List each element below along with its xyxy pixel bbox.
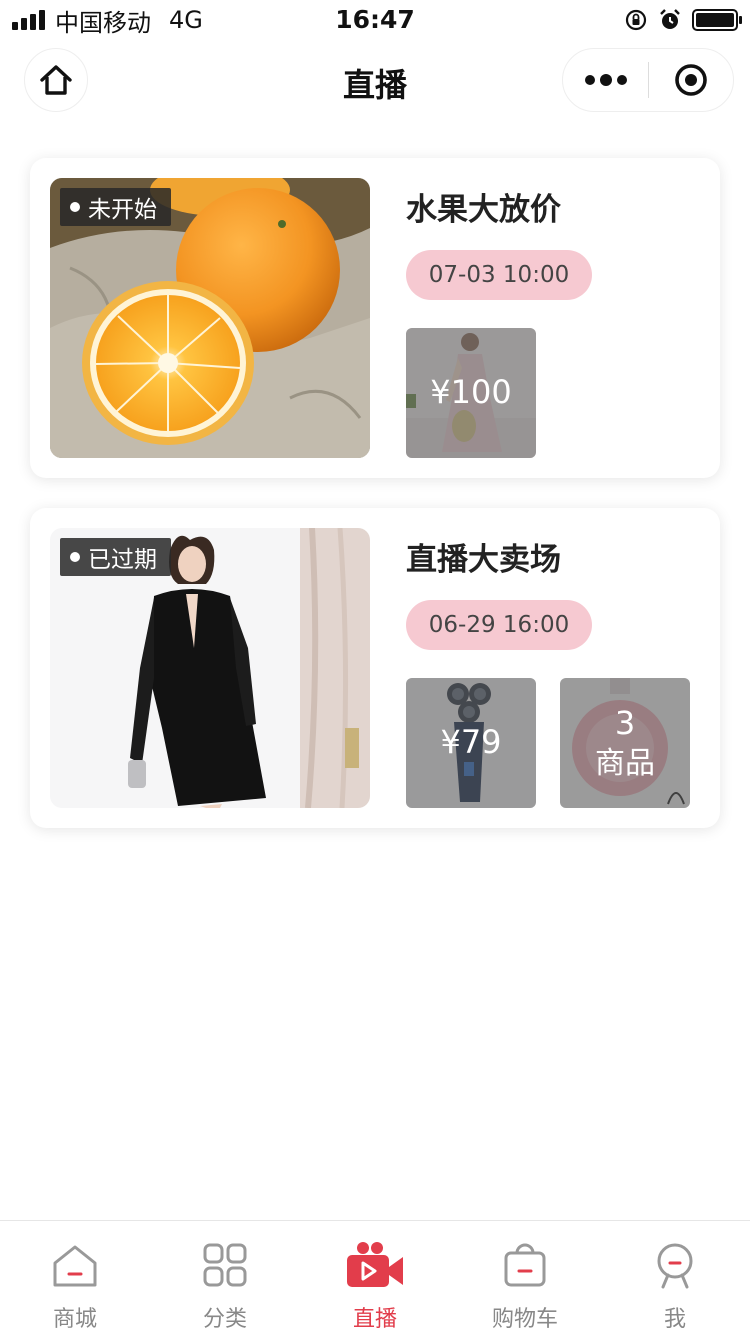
product-price-overlay: ¥100 bbox=[406, 328, 536, 458]
status-bar: 中国移动 4G 16:47 bbox=[0, 0, 750, 40]
live-status-badge: 已过期 bbox=[60, 538, 171, 576]
target-icon bbox=[675, 64, 707, 96]
product-thumb[interactable]: ¥100 bbox=[406, 328, 536, 458]
live-card[interactable]: 未开始 水果大放价 07-03 10:00 ¥100 bbox=[30, 158, 720, 478]
tab-me[interactable]: 我 bbox=[600, 1221, 750, 1334]
video-camera-icon bbox=[347, 1242, 403, 1287]
shopping-bag-icon bbox=[504, 1243, 546, 1287]
product-price: ¥79 bbox=[440, 723, 502, 762]
tab-label: 我 bbox=[663, 1307, 686, 1332]
rotation-lock-icon bbox=[625, 9, 647, 31]
product-price-overlay: ¥79 bbox=[406, 678, 536, 808]
live-page: 中国移动 4G 16:47 直播 未开始 水果大放价 07-03 10:00 ¥… bbox=[0, 0, 750, 1334]
product-thumb-more[interactable]: 3 商品 bbox=[560, 678, 690, 808]
live-status-badge: 未开始 bbox=[60, 188, 171, 226]
live-title: 直播大卖场 bbox=[406, 542, 561, 578]
live-status-label: 已过期 bbox=[88, 547, 157, 573]
menu-capsule bbox=[562, 48, 734, 112]
tab-label: 直播 bbox=[352, 1307, 397, 1332]
more-dots-icon[interactable] bbox=[563, 48, 648, 112]
shop-icon bbox=[53, 1245, 97, 1287]
product-price: ¥100 bbox=[430, 373, 512, 412]
tab-live[interactable]: 直播 bbox=[300, 1221, 450, 1334]
alarm-icon bbox=[660, 9, 680, 29]
category-grid-icon bbox=[203, 1243, 247, 1287]
live-time: 07-03 10:00 bbox=[406, 250, 592, 300]
status-dot-icon bbox=[70, 202, 80, 212]
live-card[interactable]: 已过期 直播大卖场 06-29 16:00 ¥79 3 商品 bbox=[30, 508, 720, 828]
tab-label: 分类 bbox=[202, 1307, 247, 1332]
tab-category[interactable]: 分类 bbox=[150, 1221, 300, 1334]
product-count-label: 商品 bbox=[595, 746, 655, 782]
live-time: 06-29 16:00 bbox=[406, 600, 592, 650]
close-button[interactable] bbox=[649, 48, 733, 112]
live-cover-image: 已过期 bbox=[50, 528, 370, 808]
nav-bar: 直播 bbox=[0, 48, 750, 114]
tab-label: 商城 bbox=[52, 1307, 97, 1332]
tab-cart[interactable]: 购物车 bbox=[450, 1221, 600, 1334]
tab-shop[interactable]: 商城 bbox=[0, 1221, 150, 1334]
product-thumb[interactable]: ¥79 bbox=[406, 678, 536, 808]
product-count: 3 bbox=[614, 703, 636, 742]
live-title: 水果大放价 bbox=[406, 192, 561, 228]
tab-bar: 商城 分类 直播 购物车 我 bbox=[0, 1220, 750, 1334]
more-products-overlay: 3 商品 bbox=[560, 678, 690, 808]
user-icon bbox=[657, 1243, 693, 1289]
tab-label: 购物车 bbox=[491, 1307, 558, 1332]
live-status-label: 未开始 bbox=[88, 197, 157, 223]
status-dot-icon bbox=[70, 552, 80, 562]
battery-icon bbox=[692, 9, 742, 31]
live-cover-image: 未开始 bbox=[50, 178, 370, 458]
status-right bbox=[624, 8, 742, 32]
